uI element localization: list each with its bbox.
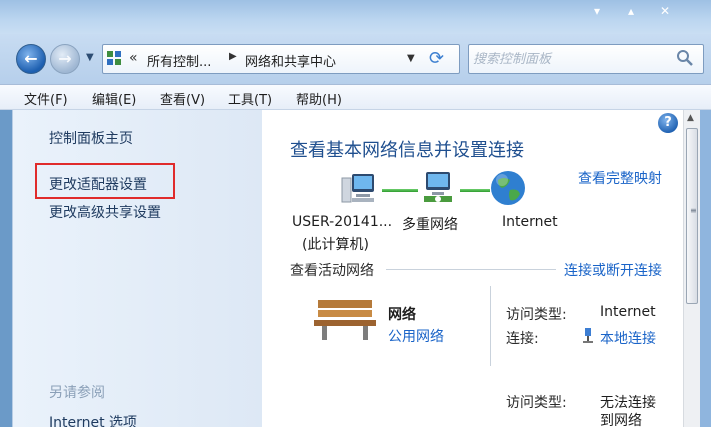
minimize-button[interactable]: ▾ bbox=[584, 2, 610, 20]
connect-disconnect-link[interactable]: 连接或断开连接 bbox=[564, 260, 662, 280]
scroll-thumb[interactable]: ≡ bbox=[686, 128, 698, 304]
vertical-divider bbox=[490, 286, 491, 366]
access-type-value-2-line2: 到网络 bbox=[600, 413, 642, 427]
vertical-scrollbar[interactable]: ▲ ≡ bbox=[683, 110, 700, 427]
help-icon[interactable]: ? bbox=[658, 113, 678, 133]
node-sublabel-computer: (此计算机) bbox=[302, 237, 369, 253]
search-box[interactable] bbox=[468, 44, 704, 74]
sidebar-link-internet-options[interactable]: Internet 选项 bbox=[49, 412, 137, 427]
forward-button[interactable]: → bbox=[50, 44, 80, 74]
divider bbox=[386, 269, 556, 270]
arrow-right-icon: → bbox=[58, 49, 72, 68]
sidebar-link-control-panel-home[interactable]: 控制面板主页 bbox=[49, 128, 133, 148]
breadcrumb-overflow-button[interactable]: « bbox=[129, 50, 138, 66]
computer-icon bbox=[341, 174, 374, 203]
sidebar-link-adapter-settings[interactable]: 更改适配器设置 bbox=[49, 174, 147, 194]
page-title: 查看基本网络信息并设置连接 bbox=[290, 140, 524, 161]
scroll-up-icon[interactable]: ▲ bbox=[687, 113, 694, 123]
search-icon[interactable] bbox=[675, 48, 695, 68]
menu-edit[interactable]: 编辑(E) bbox=[92, 89, 136, 108]
navigation-bar: ← → ▼ « 所有控制... ▶ 网络和共享中心 ▼ ⟳ bbox=[0, 34, 711, 84]
network-name: 网络 bbox=[388, 307, 416, 323]
menu-help[interactable]: 帮助(H) bbox=[296, 89, 342, 108]
local-connection-link[interactable]: 本地连接 bbox=[600, 328, 656, 348]
bench-icon bbox=[314, 300, 376, 340]
network-type-link[interactable]: 公用网络 bbox=[388, 326, 444, 346]
back-button[interactable]: ← bbox=[16, 44, 46, 74]
history-dropdown-icon[interactable]: ▼ bbox=[86, 52, 94, 63]
address-bar[interactable]: « 所有控制... ▶ 网络和共享中心 ▼ ⟳ bbox=[102, 44, 460, 74]
breadcrumb-item-network-center[interactable]: 网络和共享中心 bbox=[245, 51, 336, 70]
connection-line bbox=[460, 189, 490, 192]
window-frame bbox=[700, 110, 711, 427]
search-input[interactable] bbox=[473, 49, 669, 69]
arrow-left-icon: ← bbox=[24, 49, 38, 68]
address-dropdown-icon[interactable]: ▼ bbox=[407, 53, 415, 64]
title-bar: ▾ ▴ ✕ bbox=[0, 0, 711, 34]
network-icon bbox=[424, 172, 452, 202]
maximize-button[interactable]: ▴ bbox=[618, 2, 644, 20]
sidebar: 控制面板主页 更改适配器设置 更改高级共享设置 另请参阅 Internet 选项 bbox=[12, 110, 262, 427]
menu-tools[interactable]: 工具(T) bbox=[228, 89, 272, 108]
view-full-map-link[interactable]: 查看完整映射 bbox=[578, 168, 662, 188]
menu-file[interactable]: 文件(F) bbox=[24, 89, 68, 108]
connection-label: 连接: bbox=[506, 331, 539, 347]
menu-bar: 文件(F) 编辑(E) 查看(V) 工具(T) 帮助(H) bbox=[0, 84, 711, 110]
connection-line bbox=[382, 189, 418, 192]
grip-icon: ≡ bbox=[690, 206, 697, 215]
access-type-label-2: 访问类型: bbox=[506, 395, 567, 411]
globe-icon bbox=[491, 171, 525, 205]
refresh-icon[interactable]: ⟳ bbox=[429, 48, 444, 69]
node-label-network: 多重网络 bbox=[402, 217, 458, 233]
breadcrumb-item-control-panel[interactable]: 所有控制... bbox=[147, 51, 211, 70]
main-content: ? 查看基本网络信息并设置连接 查看完整映射 USER-20141... (此计… bbox=[262, 110, 683, 427]
see-also-heading: 另请参阅 bbox=[49, 385, 105, 401]
control-panel-icon bbox=[107, 51, 123, 67]
network-adapter-icon bbox=[583, 328, 593, 343]
access-type-label: 访问类型: bbox=[506, 307, 567, 323]
access-type-value: Internet bbox=[600, 304, 656, 320]
node-label-computer: USER-20141... bbox=[292, 214, 393, 230]
close-button[interactable]: ✕ bbox=[652, 2, 678, 20]
access-type-value-2-line1: 无法连接 bbox=[600, 395, 656, 411]
node-label-internet: Internet bbox=[502, 214, 558, 230]
menu-view[interactable]: 查看(V) bbox=[160, 89, 205, 108]
active-networks-heading: 查看活动网络 bbox=[290, 263, 374, 279]
breadcrumb-separator-icon[interactable]: ▶ bbox=[229, 51, 237, 62]
sidebar-link-advanced-sharing[interactable]: 更改高级共享设置 bbox=[49, 202, 161, 222]
